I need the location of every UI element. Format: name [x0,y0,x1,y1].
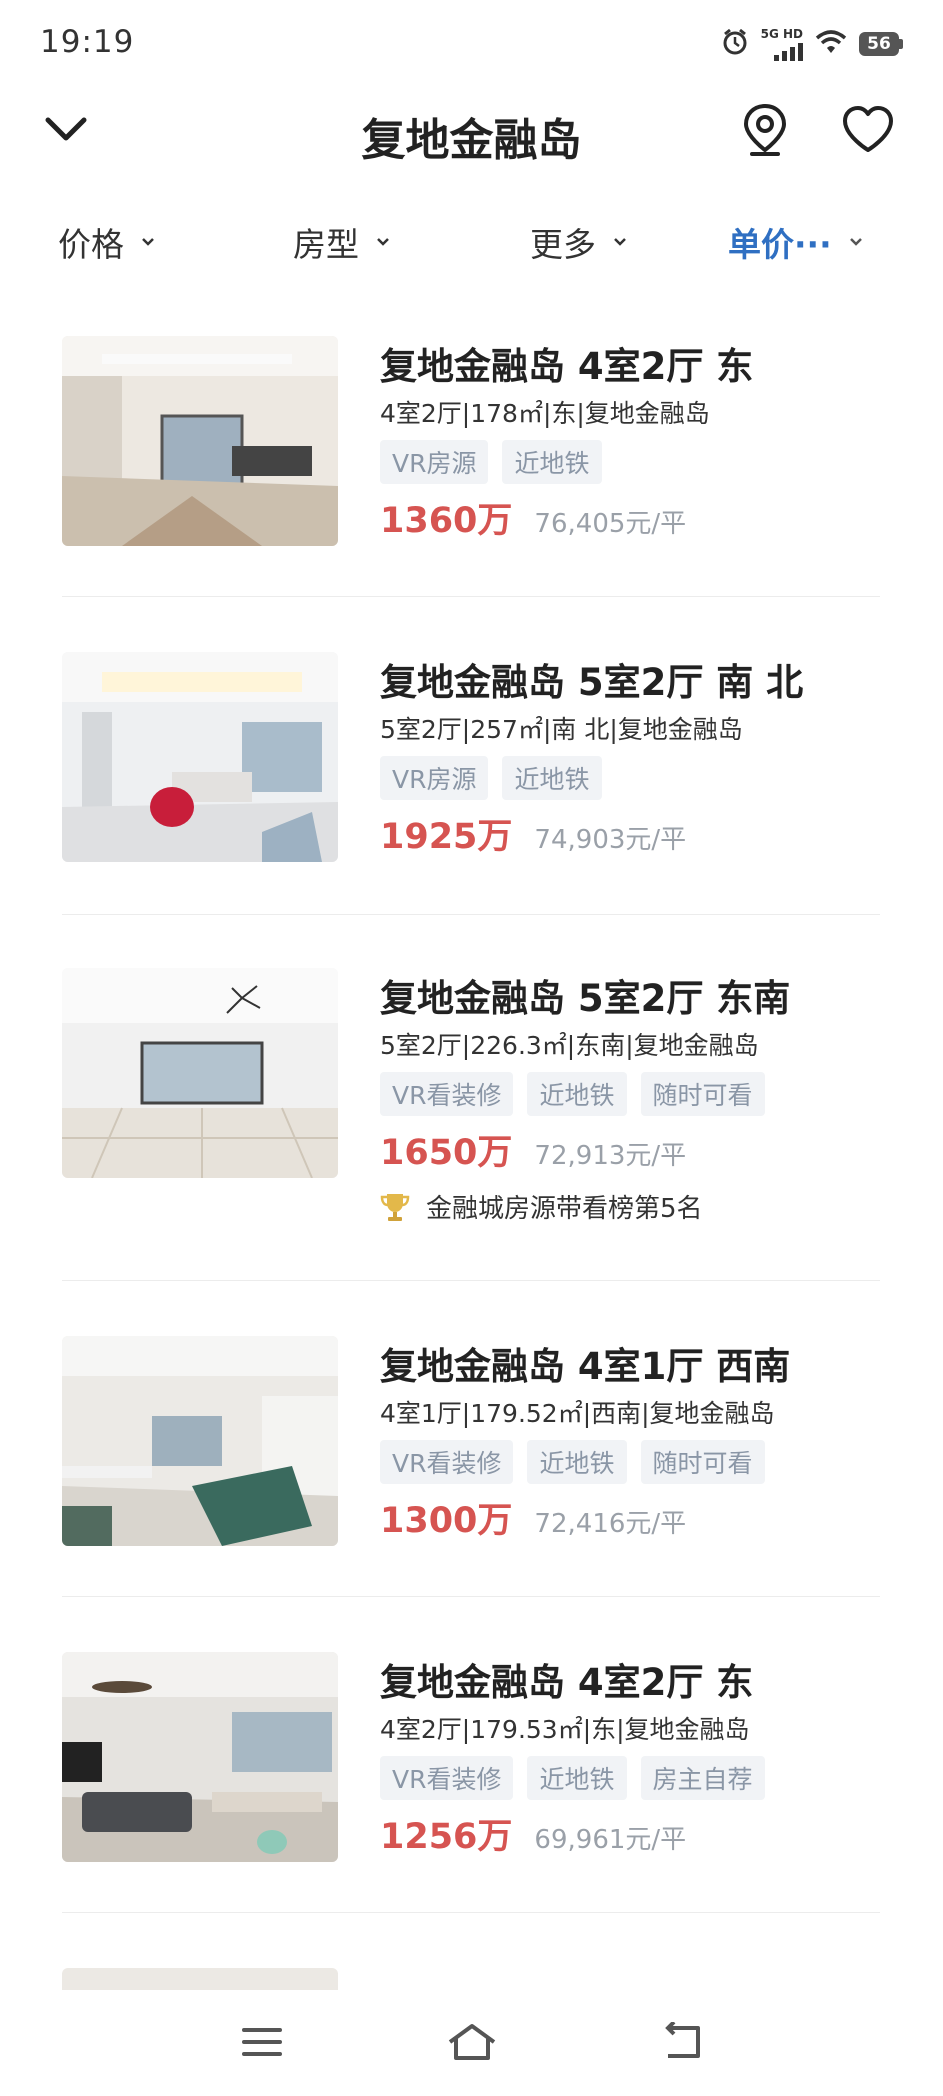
filter-bar: 价格 房型 更多 单价··· [0,200,943,280]
filter-label: 更多 [530,225,596,264]
unit-price: 74,903元/平 [534,825,687,855]
listing-info: 4室1厅|179.52㎡|西南|复地金融岛 [380,1399,775,1428]
tag: 近地铁 [502,440,602,484]
filter-unit-price[interactable]: 单价··· [728,218,866,266]
filter-layout[interactable]: 房型 [293,218,393,266]
tag: 近地铁 [527,1756,627,1800]
tag: VR房源 [380,440,489,484]
page-title: 复地金融岛 [361,115,582,166]
unit-price: 69,961元/平 [534,1825,687,1855]
map-pin-icon[interactable] [740,102,790,158]
total-price: 1360万 [380,501,513,541]
room-photo-icon [62,652,338,862]
total-price: 1256万 [380,1817,513,1857]
tag: 房主自荐 [640,1756,765,1800]
room-photo-icon [62,336,338,546]
listing-title: 复地金融岛 4室1厅 西南 [380,1345,791,1388]
total-price: 1300万 [380,1501,513,1541]
tag: VR看装修 [380,1756,514,1800]
tag: 随时可看 [640,1072,765,1116]
battery-level: 56 [859,32,899,56]
listing-title: 复地金融岛 5室2厅 南 北 [380,661,804,704]
listing-info: 5室2厅|257㎡|南 北|复地金融岛 [380,715,743,744]
tag: 近地铁 [527,1440,627,1484]
filter-label: 价格 [58,225,124,264]
chevron-down-icon [377,238,389,246]
listing-photo[interactable] [62,652,338,862]
listing-photo[interactable] [62,336,338,546]
divider [62,596,880,597]
system-nav-bar [0,1990,943,2096]
divider [62,1912,880,1913]
unit-price: 72,416元/平 [534,1509,687,1539]
price-row: 1300万 72,416元/平 [380,1492,686,1543]
divider [62,1596,880,1597]
chevron-down-icon [142,238,154,246]
tag: VR看装修 [380,1440,514,1484]
listing-title: 复地金融岛 5室2厅 东南 [380,977,791,1020]
listing-tags: VR房源 近地铁 [380,756,602,800]
listing-photo[interactable] [62,1336,338,1546]
listing-tags: VR看装修 近地铁 随时可看 [380,1440,765,1484]
header: 复地金融岛 [0,90,943,170]
divider [62,914,880,915]
status-time: 19:19 [40,24,135,60]
rank-badge: 金融城房源带看榜第5名 [380,1188,703,1225]
tag: 近地铁 [527,1072,627,1116]
signal-icon: 5G HD [760,26,803,61]
heart-icon[interactable] [840,104,896,156]
listing-title: 复地金融岛 4室2厅 东 [380,345,754,388]
status-bar: 19:19 5G HD 56 [0,0,943,90]
listing-photo[interactable] [62,1652,338,1862]
status-icons: 5G HD 56 [721,22,903,66]
listing-info: 4室2厅|179.53㎡|东|复地金融岛 [380,1715,750,1744]
price-row: 1256万 69,961元/平 [380,1808,686,1859]
filter-price[interactable]: 价格 [58,218,158,266]
alarm-icon [721,28,749,60]
listing-tags: VR看装修 近地铁 房主自荐 [380,1756,765,1800]
battery-icon: 56 [859,32,903,56]
back-icon[interactable] [652,2012,712,2072]
listing-tags: VR看装修 近地铁 随时可看 [380,1072,765,1116]
tag: VR房源 [380,756,489,800]
price-row: 1360万 76,405元/平 [380,492,686,543]
filter-more[interactable]: 更多 [530,218,630,266]
chevron-down-icon [614,238,626,246]
filter-label: 房型 [293,225,359,264]
room-photo-icon [62,968,338,1178]
network-label: 5G HD [760,26,803,41]
divider [62,1280,880,1281]
filter-label: 单价··· [728,225,832,264]
tag: 近地铁 [502,756,602,800]
room-photo-icon [62,1336,338,1546]
tag: VR看装修 [380,1072,514,1116]
chevron-down-icon [849,238,862,246]
total-price: 1650万 [380,1133,513,1173]
listing-info: 4室2厅|178㎡|东|复地金融岛 [380,399,710,428]
menu-icon[interactable] [232,2012,292,2072]
unit-price: 72,913元/平 [534,1141,687,1171]
home-icon[interactable] [442,2012,502,2072]
listing-photo[interactable] [62,968,338,1178]
trophy-icon [380,1193,410,1221]
listing-info: 5室2厅|226.3㎡|东南|复地金融岛 [380,1031,759,1060]
listing-title: 复地金融岛 4室2厅 东 [380,1661,754,1704]
price-row: 1650万 72,913元/平 [380,1124,686,1175]
room-photo-icon [62,1652,338,1862]
tag: 随时可看 [640,1440,765,1484]
wifi-icon [815,29,847,59]
rank-text: 金融城房源带看榜第5名 [426,1194,703,1224]
listing-tags: VR房源 近地铁 [380,440,602,484]
unit-price: 76,405元/平 [534,509,687,539]
price-row: 1925万 74,903元/平 [380,808,686,859]
total-price: 1925万 [380,817,513,857]
